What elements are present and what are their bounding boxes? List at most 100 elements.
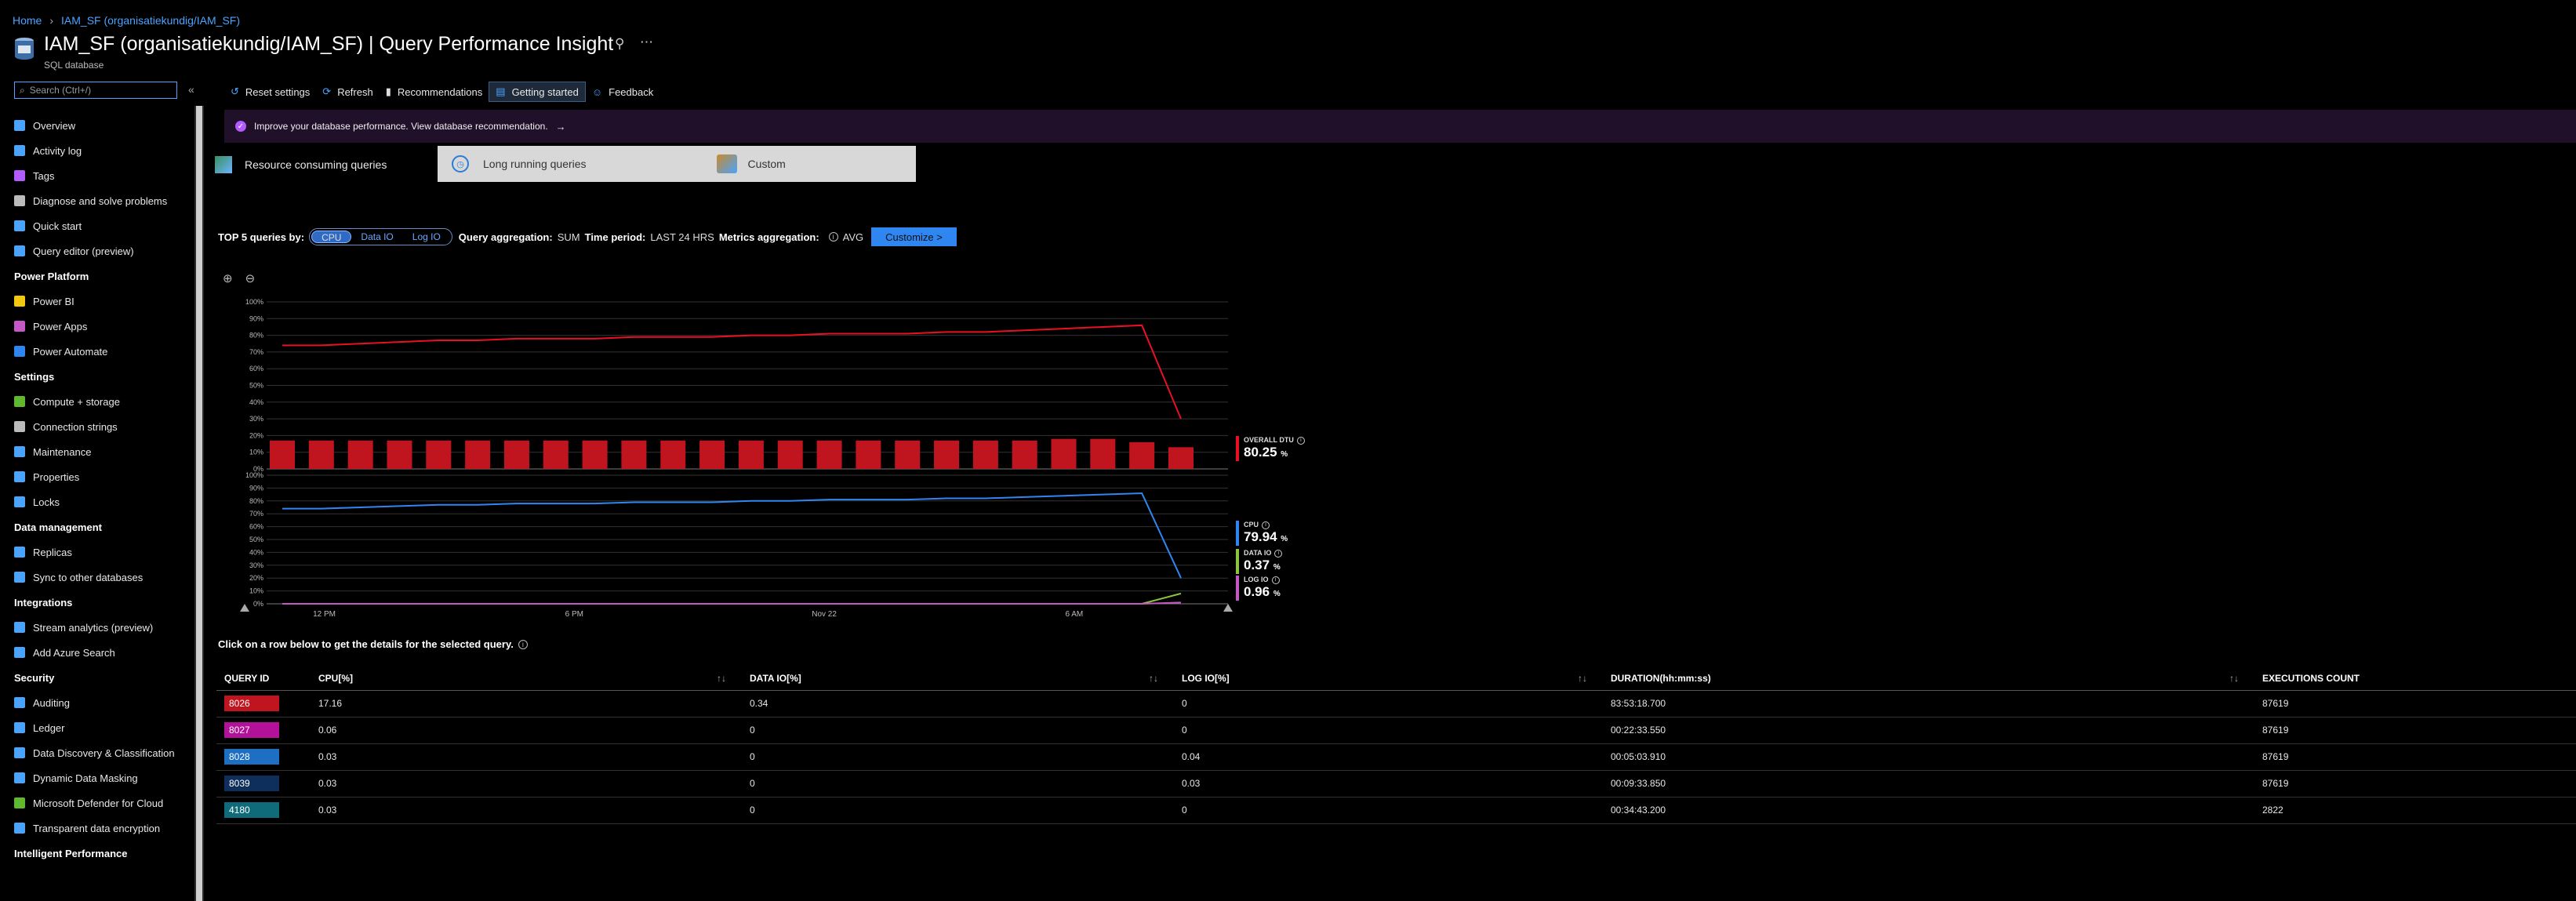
sidebar-item-power-apps[interactable]: Power Apps xyxy=(14,314,187,339)
zoom-in-icon[interactable]: ⊕ xyxy=(223,271,233,285)
column-header-log-io[interactable]: LOG IO[%] ↑↓ xyxy=(1174,667,1603,691)
y-tick-label: 40% xyxy=(249,398,263,406)
recommendations-button[interactable]: ▮ Recommendations xyxy=(380,82,489,102)
info-icon[interactable]: i xyxy=(1296,436,1305,445)
cpu-cell-text: 0.03 xyxy=(318,805,337,816)
tab-resource-consuming-queries[interactable]: Resource consuming queries xyxy=(213,151,434,179)
breadcrumb-resource-link[interactable]: IAM_SF (organisatiekundig/IAM_SF) xyxy=(61,14,240,27)
sidebar-item-transparent-data-encryption[interactable]: Transparent data encryption xyxy=(14,816,187,841)
sidebar-item-ledger[interactable]: Ledger xyxy=(14,715,187,740)
reset-settings-button[interactable]: ↺ Reset settings xyxy=(224,82,316,102)
sidebar-scrollbar[interactable] xyxy=(194,106,204,901)
overall-dtu-color-bar xyxy=(1236,436,1239,461)
dtu-bar xyxy=(660,440,686,469)
y-tick-label: 80% xyxy=(249,332,263,340)
cpu-label: CPU xyxy=(1244,521,1259,529)
tab-custom[interactable]: Custom xyxy=(703,146,800,182)
search-input[interactable] xyxy=(29,85,171,96)
info-icon[interactable]: i xyxy=(828,232,838,242)
getting-started-button[interactable]: ▤ Getting started xyxy=(489,82,586,102)
y-tick-label: 20% xyxy=(249,574,263,582)
refresh-button[interactable]: ⟳ Refresh xyxy=(316,82,379,102)
sidebar-item-activity-log[interactable]: Activity log xyxy=(14,138,187,163)
sidebar-item-power-bi[interactable]: Power BI xyxy=(14,289,187,314)
collapse-sidebar-icon[interactable]: « xyxy=(188,83,194,96)
info-icon[interactable]: i xyxy=(1271,576,1280,584)
duration-cell: 83:53:18.700 xyxy=(1603,690,2254,718)
sidebar-section-security: Security xyxy=(14,671,55,684)
overall-dtu-unit: % xyxy=(1281,449,1288,459)
dtu-bar xyxy=(856,440,881,469)
sort-icon[interactable]: ↑↓ xyxy=(717,673,726,684)
sort-icon[interactable]: ↑↓ xyxy=(1578,673,1587,684)
query-id-badge: 8028 xyxy=(224,749,279,765)
sidebar-item-locks[interactable]: Locks xyxy=(14,489,187,514)
sidebar-item-quick-start[interactable]: Quick start xyxy=(14,213,187,238)
table-row[interactable]: 8028 0.03 0 0.04 00:05:03.910 87619 xyxy=(216,743,2576,771)
recommendation-banner[interactable]: ✓ Improve your database performance. Vie… xyxy=(224,110,2576,143)
table-row[interactable]: 8027 0.06 0 0 00:22:33.550 87619 xyxy=(216,717,2576,744)
sidebar-item-query-editor-preview[interactable]: Query editor (preview) xyxy=(14,238,187,263)
query-id-cell: 8028 xyxy=(216,743,311,771)
sidebar-item-label: Add Azure Search xyxy=(33,646,115,659)
sidebar-item-diagnose-and-solve-problems[interactable]: Diagnose and solve problems xyxy=(14,188,187,213)
column-header-cpu[interactable]: CPU[%] ↑↓ xyxy=(311,667,742,691)
customize-button[interactable]: Customize > xyxy=(871,227,957,246)
sidebar-item-tags[interactable]: Tags xyxy=(14,163,187,188)
cpu-color-bar xyxy=(1236,521,1239,546)
duration-cell: 00:34:43.200 xyxy=(1603,797,2254,824)
sidebar-item-properties[interactable]: Properties xyxy=(14,464,187,489)
log-io-cell-text: 0.03 xyxy=(1182,778,1201,789)
data-io-cell: 0 xyxy=(742,743,1174,771)
sidebar-item-sync-to-other-databases[interactable]: Sync to other databases xyxy=(14,565,187,590)
sidebar-item-dynamic-data-masking[interactable]: Dynamic Data Masking xyxy=(14,765,187,790)
column-header-executions[interactable]: EXECUTIONS COUNT xyxy=(2254,667,2576,691)
ellipsis-icon[interactable]: ⋯ xyxy=(640,35,653,50)
info-icon[interactable]: i xyxy=(1262,521,1270,529)
sidebar-item-connection-strings[interactable]: Connection strings xyxy=(14,414,187,439)
sidebar-item-maintenance[interactable]: Maintenance xyxy=(14,439,187,464)
search-box[interactable]: ⌕ xyxy=(14,82,177,99)
sidebar-section-intelligent-performance: Intelligent Performance xyxy=(14,847,128,859)
dtu-bar xyxy=(503,440,529,469)
tab-long-running-queries[interactable]: ◷ Long running queries xyxy=(438,146,601,182)
sidebar-item-stream-analytics-preview[interactable]: Stream analytics (preview) xyxy=(14,615,187,640)
column-header-data-io[interactable]: DATA IO[%] ↑↓ xyxy=(742,667,1174,691)
sort-icon[interactable]: ↑↓ xyxy=(1149,673,1158,684)
y-tick-label: 30% xyxy=(249,561,263,569)
sidebar-item-compute-storage[interactable]: Compute + storage xyxy=(14,389,187,414)
aggregation-value: SUM xyxy=(557,231,580,243)
table-row[interactable]: 8039 0.03 0 0.03 00:09:33.850 87619 xyxy=(216,770,2576,797)
zoom-out-icon[interactable]: ⊖ xyxy=(245,271,256,285)
sidebar-item-data-discovery-classification[interactable]: Data Discovery & Classification xyxy=(14,740,187,765)
sidebar-item-label: Stream analytics (preview) xyxy=(33,621,154,634)
table-row[interactable]: 8026 17.16 0.34 0 83:53:18.700 87619 xyxy=(216,690,2576,718)
sidebar-item-add-azure-search[interactable]: Add Azure Search xyxy=(14,640,187,665)
log-io-value: 0.96 xyxy=(1244,583,1270,599)
log-io-option[interactable]: Log IO xyxy=(403,231,450,243)
sidebar-item-power-automate[interactable]: Power Automate xyxy=(14,339,187,364)
info-icon[interactable]: i xyxy=(1274,549,1283,558)
data-io-option[interactable]: Data IO xyxy=(351,231,402,243)
data-io-series-line xyxy=(282,592,1182,605)
duration-cell: 00:09:33.850 xyxy=(1603,770,2254,797)
cpu-option[interactable]: CPU xyxy=(311,231,352,243)
column-header-duration[interactable]: DURATION(hh:mm:ss) ↑↓ xyxy=(1603,667,2254,691)
sidebar-item-microsoft-defender-for-cloud[interactable]: Microsoft Defender for Cloud xyxy=(14,790,187,816)
sidebar-item-icon xyxy=(14,346,25,357)
breadcrumb-home-link[interactable]: Home xyxy=(13,14,42,27)
y-tick-label: 90% xyxy=(249,484,263,492)
x-tick-label: 12 PM xyxy=(313,610,336,619)
sort-icon[interactable]: ↑↓ xyxy=(2229,673,2239,684)
sidebar-item-replicas[interactable]: Replicas xyxy=(14,540,187,565)
sidebar-item-label: Maintenance xyxy=(33,445,92,458)
scrollbar-thumb[interactable] xyxy=(196,106,202,901)
feedback-button[interactable]: ☺ Feedback xyxy=(586,82,659,102)
sidebar-item-overview[interactable]: Overview xyxy=(14,113,187,138)
page-header: IAM_SF (organisatiekundig/IAM_SF) | Quer… xyxy=(13,31,954,71)
table-row[interactable]: 4180 0.03 0 0 00:34:43.200 2822 xyxy=(216,797,2576,824)
info-icon[interactable]: i xyxy=(518,639,528,649)
column-header-query-id[interactable]: QUERY ID xyxy=(216,667,311,691)
pin-icon[interactable]: ⚲ xyxy=(615,36,624,52)
sidebar-item-auditing[interactable]: Auditing xyxy=(14,690,187,715)
